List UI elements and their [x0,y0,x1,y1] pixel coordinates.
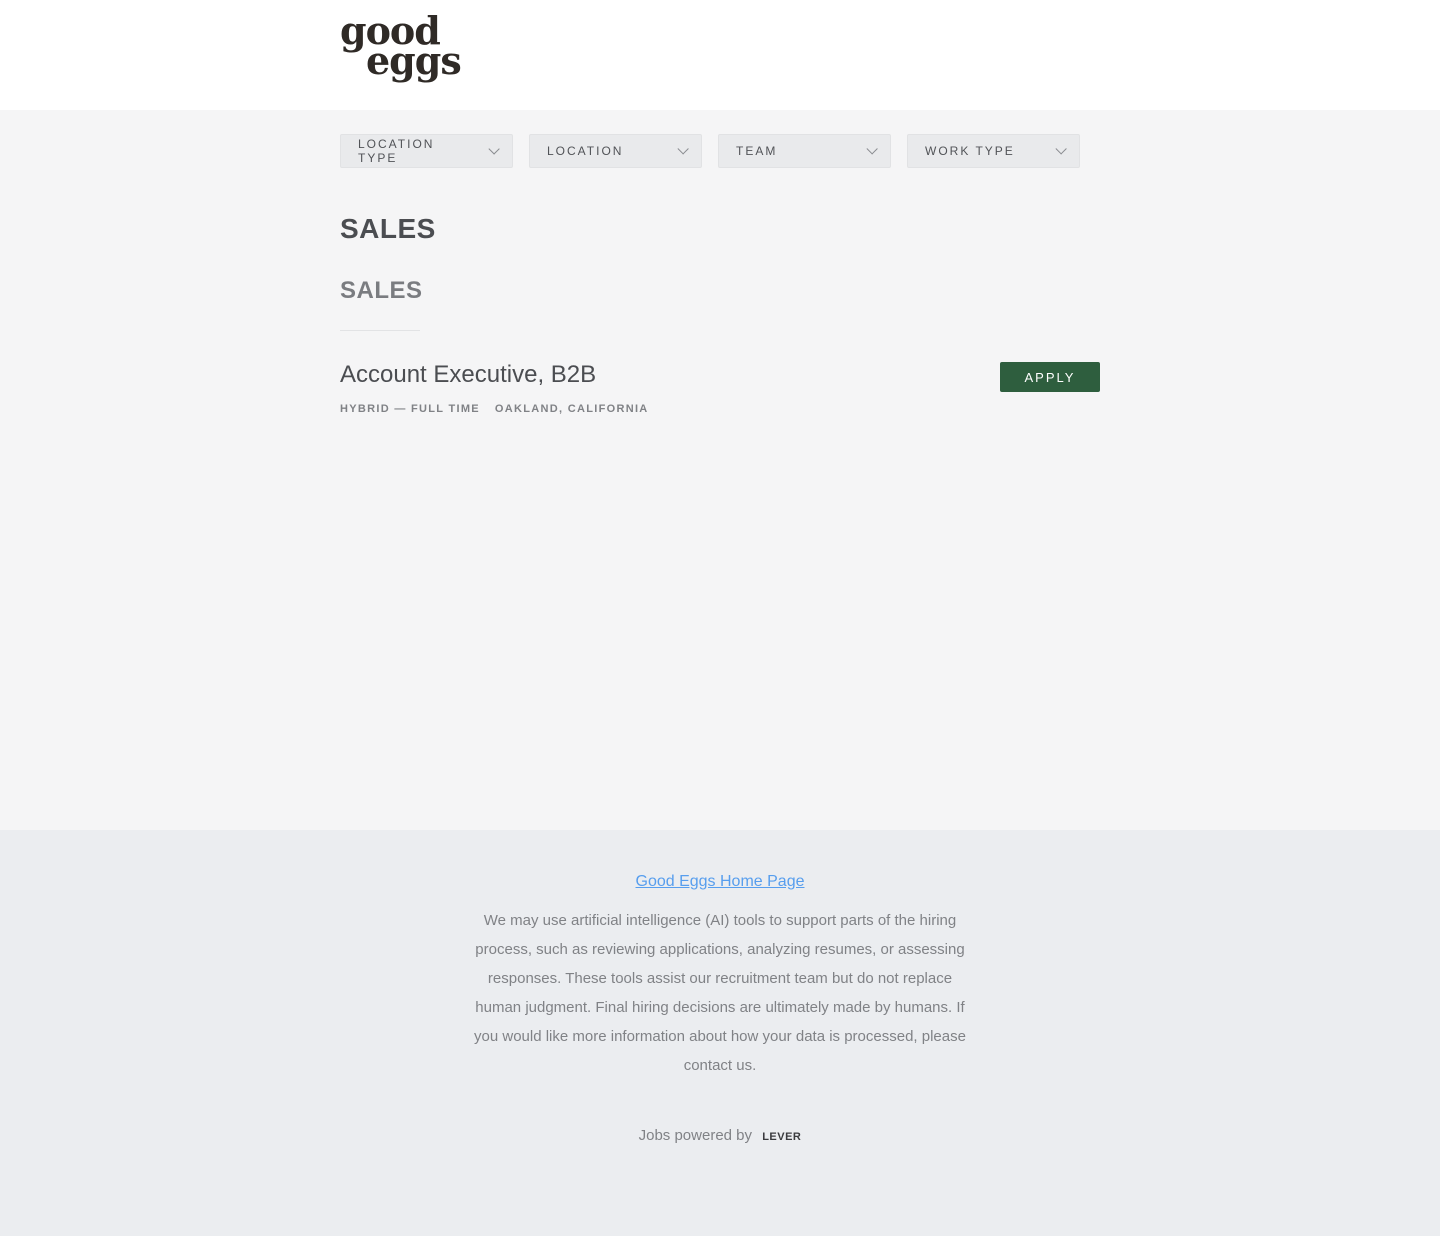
filter-label: LOCATION TYPE [358,137,435,165]
posting-work-type: HYBRID — FULL TIME [340,403,480,415]
chevron-down-icon [488,143,500,155]
footer-link-wrap: Good Eggs Home Page [0,873,1440,891]
company-logo[interactable]: good eggs [340,11,462,84]
filter-bar: LOCATION TYPE LOCATION TEAM WORK TYPE [340,134,1080,168]
posting-categories: HYBRID — FULL TIME OAKLAND, CALIFORNIA [340,403,649,415]
powered-by[interactable]: Jobs powered by LEVER [0,1127,1440,1144]
chevron-down-icon [1055,143,1067,155]
filter-label: LOCATION [547,144,624,158]
posting-location: OAKLAND, CALIFORNIA [494,403,649,415]
job-listings: LOCATION TYPE LOCATION TEAM WORK TYPE SA… [0,110,1440,830]
department-heading: SALES [340,213,436,244]
lever-logo: LEVER [762,1131,802,1143]
posting-title-link[interactable]: Account Executive, B2B [340,361,596,389]
apply-button[interactable]: APPLY [1000,362,1100,392]
powered-by-text: Jobs powered by [638,1127,753,1144]
chevron-down-icon [677,143,689,155]
page-header: good eggs [0,0,1440,110]
filter-location-type[interactable]: LOCATION TYPE [340,134,513,168]
logo-text-eggs: eggs [366,38,462,84]
team-heading: SALES [340,277,423,304]
filter-location[interactable]: LOCATION [529,134,702,168]
section-divider [340,330,420,331]
home-page-link[interactable]: Good Eggs Home Page [636,873,805,890]
chevron-down-icon [866,143,878,155]
ai-notice-text: We may use artificial intelligence (AI) … [474,912,966,1074]
page-footer: Good Eggs Home Page We may use artificia… [0,830,1440,1236]
filter-label: TEAM [736,144,778,158]
filter-label: WORK TYPE [925,144,1015,158]
filter-work-type[interactable]: WORK TYPE [907,134,1080,168]
filter-team[interactable]: TEAM [718,134,891,168]
